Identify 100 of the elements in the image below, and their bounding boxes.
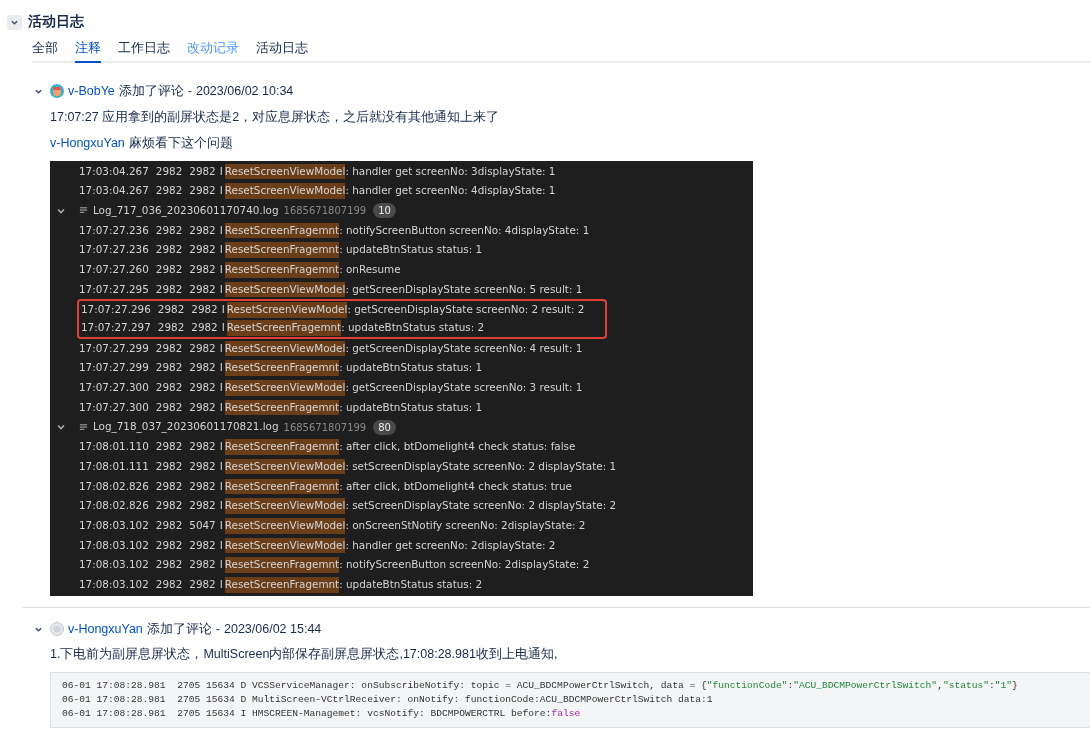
log-level: I bbox=[219, 360, 223, 376]
log-time: 17:08:01.111 bbox=[79, 458, 149, 474]
log-tid: 5047 bbox=[189, 517, 216, 533]
log-tid: 2982 bbox=[189, 498, 216, 514]
log-pid: 2982 bbox=[155, 458, 183, 474]
comment-time: 2023/06/02 10:34 bbox=[195, 82, 294, 100]
log-time: 17:07:27.297 bbox=[81, 320, 151, 336]
log-level: I bbox=[219, 498, 223, 514]
log-time: 17:07:27.295 bbox=[79, 281, 149, 297]
log-message: : notifyScreenButton screenNo: 4displayState: 1 bbox=[339, 222, 590, 238]
log-level: I bbox=[219, 537, 223, 553]
log-level: I bbox=[219, 183, 223, 199]
log-tid: 2982 bbox=[189, 478, 216, 494]
log-tid: 2982 bbox=[191, 320, 218, 336]
log-pid: 2982 bbox=[155, 399, 183, 415]
code-line: 06-01 17:08:28.981 2705 15634 D VCSServiceManager: onSubscribeNotify: topic = ACU_BDCMPowerCtrlSwitch, data = {"functionCode":"ACU_BDCMPowerCtrlSwitch","status":"1"} bbox=[62, 679, 1019, 694]
log-level: I bbox=[219, 261, 223, 277]
log-pid: 2982 bbox=[155, 281, 183, 297]
log-time: 17:07:27.236 bbox=[79, 242, 149, 258]
tab[interactable]: 注释 bbox=[75, 38, 101, 63]
log-time: 17:03:04.267 bbox=[79, 163, 149, 179]
log-level: I bbox=[219, 281, 223, 297]
author-link[interactable]: v-HongxuYan bbox=[68, 619, 143, 639]
log-level: I bbox=[219, 222, 223, 238]
log-time: 17:07:27.300 bbox=[79, 380, 149, 396]
log-time: 17:08:01.110 bbox=[79, 439, 149, 455]
log-message: : after click, btDomelight4 check status: true bbox=[339, 478, 572, 494]
comment-time: 2023/06/02 15:44 bbox=[224, 620, 322, 638]
avatar-icon bbox=[50, 622, 64, 636]
section-title: 活动日志 bbox=[28, 13, 84, 31]
avatar-icon bbox=[50, 84, 64, 99]
log-tid: 2982 bbox=[189, 439, 216, 455]
log-message: : updateBtnStatus status: 1 bbox=[339, 242, 483, 258]
log-pid: 2982 bbox=[155, 576, 183, 592]
log-pid: 2982 bbox=[155, 222, 183, 238]
log-message: : notifyScreenButton screenNo: 2displayState: 2 bbox=[339, 557, 590, 573]
log-time: 17:07:27.299 bbox=[79, 360, 149, 376]
log-level: I bbox=[219, 163, 223, 179]
log-tid: 2982 bbox=[189, 281, 216, 297]
log-time: 17:08:03.102 bbox=[79, 537, 149, 553]
comment-text: 1.下电前为副屏息屏状态，MultiScreen内部保存副屏息屏状态,17:08:28.981收到上电通知, bbox=[50, 646, 559, 664]
comment-text: 17:07:27 应用拿到的副屏状态是2，对应息屏状态，之后就没有其他通知上来了 bbox=[50, 108, 501, 126]
log-file-name: Log_718_037_20230601170821.log bbox=[93, 419, 279, 435]
log-pid: 2982 bbox=[155, 183, 183, 199]
log-time: 17:03:04.267 bbox=[79, 183, 149, 199]
file-lines-icon bbox=[79, 422, 88, 432]
log-tid: 2982 bbox=[189, 261, 216, 277]
log-tid: 2982 bbox=[189, 163, 216, 179]
separator: - bbox=[187, 82, 192, 100]
log-message: : updateBtnStatus status: 1 bbox=[339, 360, 483, 376]
log-tid: 2982 bbox=[189, 360, 216, 376]
log-time: 17:08:03.102 bbox=[79, 557, 149, 573]
file-lines-icon bbox=[79, 206, 88, 216]
log-pid: 2982 bbox=[155, 380, 183, 396]
log-time: 17:08:02.826 bbox=[79, 498, 149, 514]
log-tid: 2982 bbox=[189, 576, 216, 592]
log-pid: 2982 bbox=[157, 320, 185, 336]
log-tid: 2982 bbox=[189, 557, 216, 573]
log-tid: 2982 bbox=[189, 537, 216, 553]
log-tid: 2982 bbox=[191, 302, 218, 318]
log-tid: 2982 bbox=[189, 222, 216, 238]
tab[interactable]: 工作日志 bbox=[118, 38, 170, 63]
log-time: 17:07:27.300 bbox=[79, 399, 149, 415]
count-badge: 10 bbox=[373, 203, 396, 219]
log-time: 17:07:27.299 bbox=[79, 340, 149, 356]
log-level: I bbox=[221, 302, 225, 318]
tab[interactable]: 全部 bbox=[32, 38, 58, 63]
log-file-id: 1685671807199 bbox=[283, 204, 367, 219]
log-level: I bbox=[219, 380, 223, 396]
log-tid: 2982 bbox=[189, 183, 216, 199]
log-level: I bbox=[219, 557, 223, 573]
log-level: I bbox=[219, 517, 223, 533]
comment-action: 添加了评论 bbox=[118, 82, 184, 100]
log-pid: 2982 bbox=[155, 537, 183, 553]
log-level: I bbox=[219, 458, 223, 474]
log-message: : handler get screenNo: 3displayState: 1 bbox=[345, 163, 556, 179]
comment-text: 麻烦看下这个问题 bbox=[128, 134, 233, 152]
log-pid: 2982 bbox=[155, 163, 183, 179]
log-message: : handler get screenNo: 4displayState: 1 bbox=[345, 183, 556, 199]
author-link[interactable]: v-BobYe bbox=[68, 81, 115, 101]
log-pid: 2982 bbox=[155, 557, 183, 573]
log-file-name: Log_717_036_20230601170740.log bbox=[93, 202, 279, 219]
log-pid: 2982 bbox=[155, 478, 183, 494]
log-level: I bbox=[219, 242, 223, 258]
log-message: : onScreenStNotify screenNo: 2displayState: 2 bbox=[345, 517, 586, 533]
log-message: : updateBtnStatus status: 2 bbox=[339, 576, 483, 592]
mention-link[interactable]: v-HongxuYan bbox=[50, 132, 125, 153]
log-level: I bbox=[219, 576, 223, 592]
log-message: : setScreenDisplayState screenNo: 2 displayState: 1 bbox=[345, 458, 617, 474]
log-time: 17:08:03.102 bbox=[79, 576, 149, 592]
log-message: : setScreenDisplayState screenNo: 2 displayState: 2 bbox=[345, 498, 617, 514]
count-badge: 80 bbox=[373, 419, 396, 435]
log-pid: 2982 bbox=[155, 340, 183, 356]
log-message: : getScreenDisplayState screenNo: 5 result: 1 bbox=[345, 281, 583, 297]
tab[interactable]: 活动日志 bbox=[256, 38, 308, 63]
log-pid: 2982 bbox=[155, 242, 183, 258]
log-message: : after click, btDomelight4 check status: false bbox=[339, 439, 576, 455]
log-time: 17:08:03.102 bbox=[79, 517, 149, 533]
log-message: : updateBtnStatus status: 1 bbox=[339, 399, 483, 415]
log-pid: 2982 bbox=[155, 360, 183, 376]
